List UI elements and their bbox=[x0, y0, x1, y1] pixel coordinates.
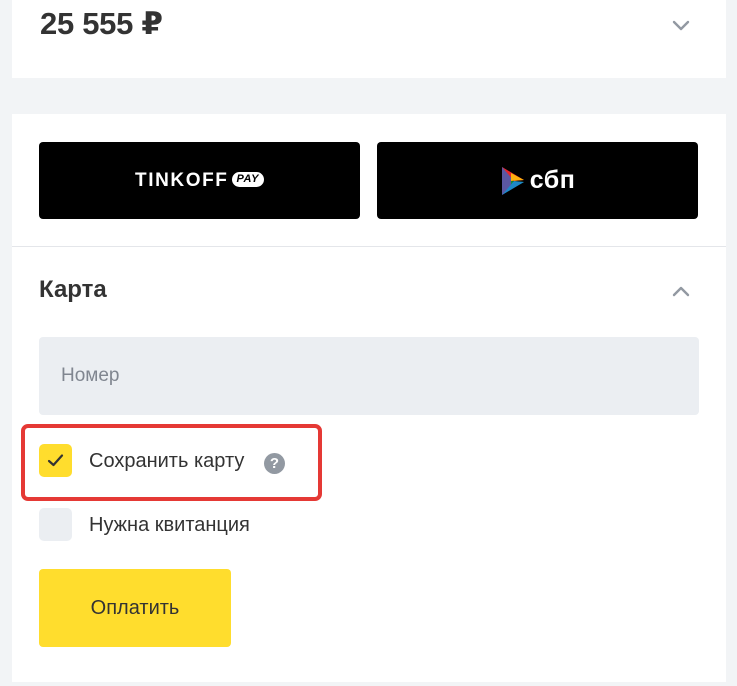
receipt-label[interactable]: Нужна квитанция bbox=[89, 514, 250, 537]
tinkoff-pay-button[interactable]: TINKOFF PAY bbox=[39, 142, 360, 219]
pay-button[interactable]: Оплатить bbox=[39, 569, 231, 647]
receipt-checkbox[interactable] bbox=[39, 508, 72, 541]
payment-card: TINKOFF PAY сбп Карта Сохранить карту ? … bbox=[12, 114, 726, 682]
sbp-logo: сбп bbox=[500, 165, 576, 197]
chevron-up-icon[interactable] bbox=[669, 280, 693, 304]
sbp-logo-icon bbox=[501, 166, 524, 195]
card-number-input[interactable] bbox=[39, 337, 699, 415]
chevron-down-icon[interactable] bbox=[669, 13, 693, 37]
tinkoff-pay-badge: PAY bbox=[231, 172, 265, 187]
sbp-logo-text: сбп bbox=[529, 166, 576, 194]
checkmark-icon bbox=[47, 454, 64, 467]
save-card-label[interactable]: Сохранить карту bbox=[89, 450, 244, 473]
card-section-title: Карта bbox=[39, 276, 107, 303]
order-summary-card: 25 555 ₽ bbox=[12, 0, 726, 78]
save-card-checkbox[interactable] bbox=[39, 444, 72, 477]
sbp-pay-button[interactable]: сбп bbox=[377, 142, 698, 219]
tinkoff-pay-logo-text: TINKOFF bbox=[134, 169, 229, 191]
help-icon[interactable]: ? bbox=[264, 453, 285, 474]
order-amount: 25 555 ₽ bbox=[40, 6, 163, 41]
section-divider bbox=[12, 246, 726, 247]
